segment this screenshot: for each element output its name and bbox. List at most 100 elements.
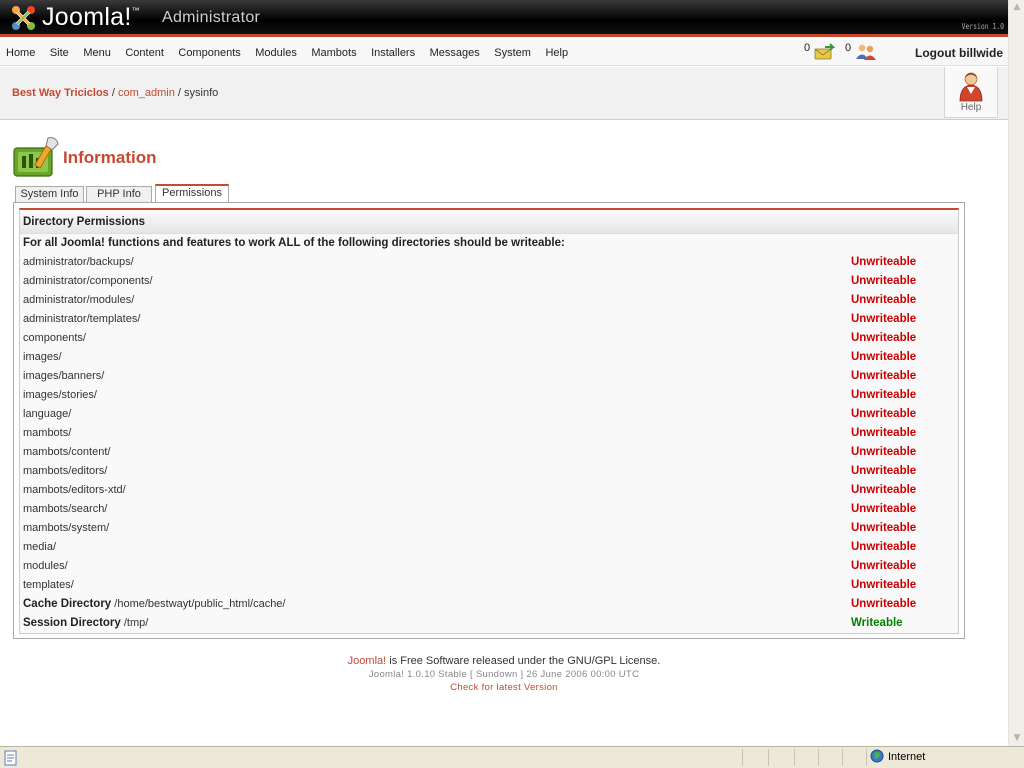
- table-row: administrator/modules/Unwriteable: [20, 291, 958, 310]
- help-button[interactable]: Help: [944, 67, 998, 118]
- writable-status: Unwriteable: [851, 389, 917, 401]
- permissions-table: Directory Permissions For all Joomla! fu…: [19, 208, 959, 634]
- menu-item-components[interactable]: Components: [178, 40, 240, 65]
- help-person-icon: [959, 72, 983, 102]
- directory-path: mambots/editors/: [23, 465, 108, 477]
- mail-icon[interactable]: [813, 43, 835, 61]
- permission-rows: administrator/backups/Unwriteable adminis…: [20, 253, 958, 633]
- tab-permissions[interactable]: Permissions: [155, 184, 229, 203]
- main-menubar: Home Site Menu Content Components Module…: [0, 40, 1008, 66]
- writable-status: Unwriteable: [851, 560, 917, 572]
- scroll-down-arrow-icon[interactable]: ▼: [1011, 732, 1023, 744]
- table-row: images/banners/Unwriteable: [20, 367, 958, 386]
- writable-status: Unwriteable: [851, 351, 917, 363]
- table-row: language/Unwriteable: [20, 405, 958, 424]
- menu-item-modules[interactable]: Modules: [255, 40, 297, 65]
- table-row: mambots/system/Unwriteable: [20, 519, 958, 538]
- system-info-icon: [13, 137, 59, 177]
- table-row: administrator/backups/Unwriteable: [20, 253, 958, 272]
- menu-item-system[interactable]: System: [494, 40, 531, 65]
- directory-label: Session Directory: [23, 617, 121, 629]
- breadcrumb-component-link[interactable]: com_admin: [118, 87, 175, 99]
- table-row: Session Directory /tmp/Writeable: [20, 614, 958, 633]
- table-row: mambots/editors/Unwriteable: [20, 462, 958, 481]
- pathway-toolbar-bar: Best Way Triciclos / com_admin / sysinfo…: [0, 67, 1008, 120]
- menu-item-home[interactable]: Home: [6, 40, 35, 65]
- table-row: administrator/templates/Unwriteable: [20, 310, 958, 329]
- tab-system-info[interactable]: System Info: [15, 186, 84, 203]
- menu-item-menu[interactable]: Menu: [83, 40, 111, 65]
- directory-path: mambots/system/: [23, 522, 110, 534]
- version-badge: Version 1.0: [961, 22, 1004, 31]
- table-row: administrator/components/Unwriteable: [20, 272, 958, 291]
- status-cell: [866, 749, 867, 766]
- page-icon: [4, 750, 17, 766]
- directory-path: mambots/content/: [23, 446, 111, 458]
- menu-item-site[interactable]: Site: [50, 40, 69, 65]
- users-icon[interactable]: [854, 43, 878, 61]
- footer: Joomla! is Free Software released under …: [0, 655, 1008, 693]
- menu-item-messages[interactable]: Messages: [430, 40, 480, 65]
- directory-path: administrator/components/: [23, 275, 153, 287]
- status-cell: [794, 749, 795, 766]
- admin-header: Joomla!™ Administrator Version 1.0: [0, 0, 1008, 37]
- section-heading: Directory Permissions: [20, 210, 958, 234]
- directory-path: mambots/search/: [23, 503, 108, 515]
- directory-path: administrator/backups/: [23, 256, 134, 268]
- globe-icon: [870, 749, 884, 763]
- writable-status: Unwriteable: [851, 541, 917, 553]
- check-version-link[interactable]: Check for latest Version: [450, 682, 558, 693]
- table-row: Cache Directory /home/bestwayt/public_ht…: [20, 595, 958, 614]
- breadcrumb-current: sysinfo: [184, 87, 219, 99]
- directory-path: /home/bestwayt/public_html/cache/: [114, 598, 286, 610]
- writable-status: Unwriteable: [851, 503, 917, 515]
- directory-path: administrator/modules/: [23, 294, 135, 306]
- writable-status: Unwriteable: [851, 465, 917, 477]
- directory-path: mambots/editors-xtd/: [23, 484, 126, 496]
- writable-status: Unwriteable: [851, 427, 917, 439]
- writable-status: Unwriteable: [851, 313, 917, 325]
- brand-name: Joomla!™: [42, 3, 140, 31]
- page-title: Information: [63, 148, 157, 167]
- table-row: modules/Unwriteable: [20, 557, 958, 576]
- permissions-intro: For all Joomla! functions and features t…: [23, 237, 565, 249]
- joomla-link[interactable]: Joomla!: [348, 655, 387, 667]
- license-line: Joomla! is Free Software released under …: [347, 655, 661, 667]
- logout-link[interactable]: Logout billwide: [915, 40, 1003, 65]
- browser-statusbar: Internet: [0, 746, 1024, 768]
- vertical-scrollbar[interactable]: ▲ ▼: [1008, 0, 1024, 746]
- writable-status: Unwriteable: [851, 256, 917, 268]
- tab-php-info[interactable]: PHP Info: [86, 186, 152, 203]
- writable-status: Unwriteable: [851, 522, 917, 534]
- directory-path: mambots/: [23, 427, 72, 439]
- writable-status: Writeable: [851, 617, 903, 629]
- directory-path: images/: [23, 351, 62, 363]
- menu-item-installers[interactable]: Installers: [371, 40, 415, 65]
- menu-items: Home Site Menu Content Components Module…: [6, 40, 583, 65]
- writable-status: Unwriteable: [851, 275, 917, 287]
- version-line: Joomla! 1.0.10 Stable [ Sundown ] 26 Jun…: [368, 669, 640, 680]
- status-cell: [818, 749, 819, 766]
- breadcrumb-site-link[interactable]: Best Way Triciclos: [12, 87, 109, 99]
- breadcrumb: Best Way Triciclos / com_admin / sysinfo: [12, 87, 219, 99]
- messages-count: 0: [804, 42, 811, 54]
- directory-path: administrator/templates/: [23, 313, 141, 325]
- writable-status: Unwriteable: [851, 332, 917, 344]
- status-cell: [768, 749, 769, 766]
- menu-item-help[interactable]: Help: [545, 40, 568, 65]
- table-row: components/Unwriteable: [20, 329, 958, 348]
- writable-status: Unwriteable: [851, 408, 917, 420]
- status-cell: [742, 749, 743, 766]
- writable-status: Unwriteable: [851, 446, 917, 458]
- menu-item-mambots[interactable]: Mambots: [311, 40, 356, 65]
- directory-path: modules/: [23, 560, 68, 572]
- table-row: images/Unwriteable: [20, 348, 958, 367]
- menu-item-content[interactable]: Content: [125, 40, 164, 65]
- table-row: media/Unwriteable: [20, 538, 958, 557]
- writable-status: Unwriteable: [851, 294, 917, 306]
- writable-status: Unwriteable: [851, 579, 917, 591]
- scroll-up-arrow-icon[interactable]: ▲: [1011, 1, 1023, 13]
- table-row: mambots/editors-xtd/Unwriteable: [20, 481, 958, 500]
- directory-path: language/: [23, 408, 72, 420]
- writable-status: Unwriteable: [851, 598, 917, 610]
